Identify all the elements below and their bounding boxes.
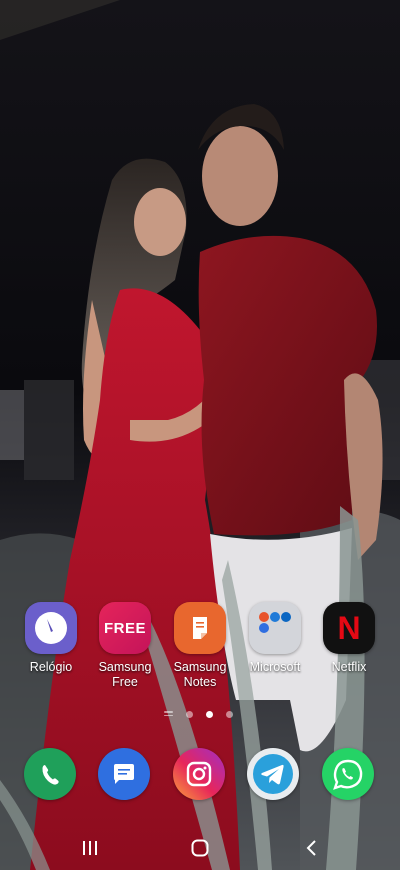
back-icon	[306, 840, 316, 856]
app-label: Netflix	[331, 660, 367, 674]
microsoft-folder-icon	[249, 602, 301, 654]
back-button[interactable]	[292, 836, 332, 860]
instagram-app[interactable]	[173, 748, 225, 800]
instagram-icon	[186, 761, 212, 787]
whatsapp-app[interactable]	[322, 748, 374, 800]
page-dot	[186, 711, 193, 718]
home-icon	[191, 839, 209, 857]
app-label: Relógio	[29, 660, 73, 674]
app-microsoft-folder[interactable]: Microsoft	[238, 600, 312, 675]
clock-icon	[25, 602, 77, 654]
app-samsung-free[interactable]: FREE Samsung Free	[88, 600, 162, 690]
wallpaper	[0, 0, 400, 870]
netflix-icon: N	[323, 602, 375, 654]
home-screen: Relógio FREE Samsung Free Samsung Notes	[0, 0, 400, 870]
phone-icon	[42, 765, 59, 785]
wallpaper-photo	[0, 0, 400, 870]
app-netflix[interactable]: N Netflix	[312, 600, 386, 675]
samsung-free-logo: FREE	[103, 619, 146, 637]
netflix-logo: N	[337, 609, 361, 646]
messages-app[interactable]	[98, 748, 150, 800]
dock	[0, 748, 400, 804]
page-dot-active	[206, 711, 213, 718]
app-label: Microsoft	[249, 660, 301, 674]
app-grid: Relógio FREE Samsung Free Samsung Notes	[0, 600, 400, 700]
app-label: Samsung Notes	[173, 660, 227, 689]
page-indicator-home-lines-icon	[164, 711, 173, 718]
samsung-free-icon: FREE	[99, 602, 151, 654]
phone-app[interactable]	[24, 748, 76, 800]
app-relogio[interactable]: Relógio	[14, 600, 88, 675]
app-label: Samsung Free	[98, 660, 152, 689]
recents-icon	[83, 841, 97, 855]
page-indicator[interactable]	[0, 709, 400, 721]
app-samsung-notes[interactable]: Samsung Notes	[163, 600, 237, 690]
telegram-icon	[253, 754, 293, 794]
page-dot	[226, 711, 233, 718]
messages-icon	[114, 764, 134, 784]
navigation-bar	[0, 826, 400, 870]
home-button[interactable]	[180, 836, 220, 860]
telegram-app[interactable]	[247, 748, 299, 800]
whatsapp-icon	[333, 759, 363, 790]
recents-button[interactable]	[70, 836, 110, 860]
samsung-notes-icon	[174, 602, 226, 654]
